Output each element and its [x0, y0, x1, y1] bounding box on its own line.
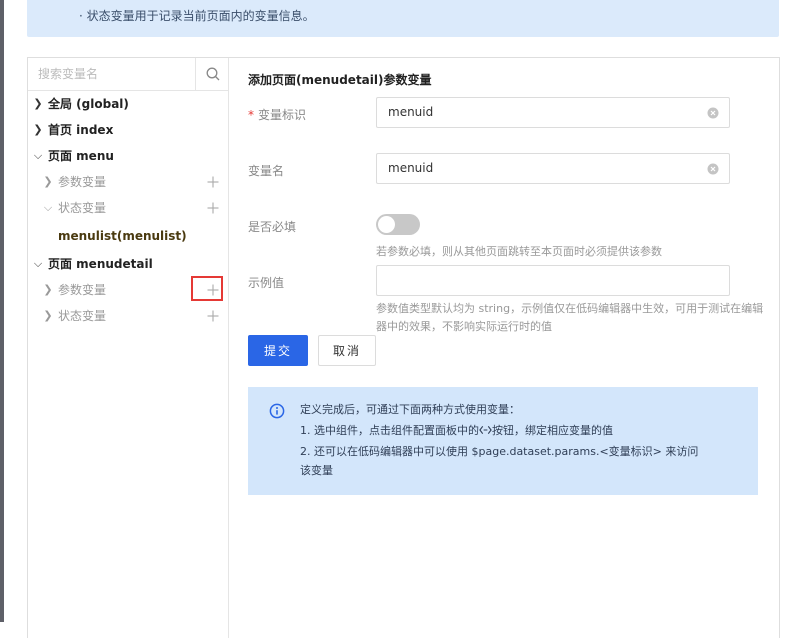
tree-item-page-menudetail[interactable]: ⌵ 页面 menudetail [28, 252, 228, 276]
info-icon [269, 403, 285, 419]
required-hint: 若参数必填，则从其他页面跳转至本页面时必须提供该参数 [376, 245, 662, 258]
add-icon[interactable] [205, 308, 221, 324]
chevron-right-icon: ❯ [33, 123, 43, 136]
chevron-down-icon: ⌵ [33, 149, 43, 162]
panel-divider [228, 58, 229, 638]
chevron-right-icon: ❯ [43, 175, 53, 188]
name-value: menuid [388, 161, 434, 175]
chevron-down-icon: ⌵ [33, 257, 43, 270]
tree-item-label: 参数变量 [58, 175, 107, 189]
tree-item-page-menu[interactable]: ⌵ 页面 menu [28, 144, 228, 168]
field-label-name: 变量名 [248, 164, 285, 178]
name-input[interactable]: menuid [376, 153, 730, 184]
toggle-knob [378, 216, 395, 233]
field-label-required: 是否必填 [248, 220, 297, 234]
tree-item-menu-state[interactable]: ⌵ 状态变量 [28, 196, 228, 220]
tree-item-label: 全局 (global) [48, 97, 129, 111]
tree-item-label: 状态变量 [58, 201, 107, 215]
tree-item-global[interactable]: ❯ 全局 (global) [28, 92, 228, 116]
variable-search [28, 58, 228, 91]
chevron-right-icon: ❯ [43, 309, 53, 322]
chevron-right-icon: ❯ [33, 97, 43, 110]
window-edge [0, 0, 4, 622]
field-label-identifier: * 变量标识 [248, 106, 306, 123]
info-step2-line1: 2. 还可以在低码编辑器中可以使用 $page.dataset.params.<… [300, 445, 699, 458]
example-hint: 参数值类型默认均为 string，示例值仅在低码编辑器中生效，可用于测试在编辑器… [376, 302, 764, 333]
variable-panel: ❯ 全局 (global) ❯ 首页 index ⌵ 页面 menu ❯ 参数变… [27, 57, 780, 638]
identifier-input[interactable]: menuid [376, 97, 730, 128]
tree-item-index[interactable]: ❯ 首页 index [28, 118, 228, 142]
search-input[interactable] [28, 58, 196, 90]
tree-leaf-label: menulist(menulist) [58, 229, 187, 243]
highlight-box [191, 276, 223, 301]
info-step1-prefix: 1. 选中组件，点击组件配置面板中的 [300, 424, 479, 437]
clear-icon[interactable] [707, 107, 719, 119]
submit-button[interactable]: 提交 [248, 335, 308, 366]
usage-info-box: 定义完成后，可通过下面两种方式使用变量： 1. 选中组件，点击组件配置面板中的按… [248, 387, 758, 495]
example-input[interactable] [376, 265, 730, 296]
tree-item-menudetail-state[interactable]: ❯ 状态变量 [28, 304, 228, 328]
info-title: 定义完成后，可通过下面两种方式使用变量： [300, 403, 520, 416]
tree-item-label: 状态变量 [58, 309, 107, 323]
form-title: 添加页面(menudetail)参数变量 [248, 73, 432, 87]
tree-leaf-menulist[interactable]: menulist(menulist) [28, 224, 228, 248]
info-step1: 1. 选中组件，点击组件配置面板中的 按钮，绑定相应变量的值 [300, 421, 613, 440]
tree-item-label: 页面 menudetail [48, 257, 153, 271]
chevron-down-icon: ⌵ [43, 201, 53, 214]
tree-item-menu-params[interactable]: ❯ 参数变量 [28, 170, 228, 194]
tree-item-label: 参数变量 [58, 283, 107, 297]
banner-text-line2: · 状态变量用于记录当前页面内的变量信息。 [79, 9, 315, 23]
search-icon[interactable] [205, 66, 221, 82]
add-icon[interactable] [205, 200, 221, 216]
identifier-value: menuid [388, 105, 434, 119]
add-icon[interactable] [205, 174, 221, 190]
required-toggle[interactable] [376, 214, 420, 235]
info-step2-line2: 该变量 [300, 464, 333, 477]
field-label-text: 变量标识 [258, 108, 307, 122]
field-label-example: 示例值 [248, 276, 285, 290]
tree-item-label: 页面 menu [48, 149, 114, 163]
chevron-right-icon: ❯ [43, 283, 53, 296]
info-step1-suffix: 按钮，绑定相应变量的值 [492, 424, 613, 437]
tree-item-label: 首页 index [48, 123, 114, 137]
info-banner: · 状态变量用于记录当前页面内的变量信息。 [27, 0, 779, 37]
code-link-icon [479, 425, 492, 435]
clear-icon[interactable] [707, 163, 719, 175]
cancel-button[interactable]: 取消 [318, 335, 376, 366]
required-mark: * [248, 108, 254, 122]
